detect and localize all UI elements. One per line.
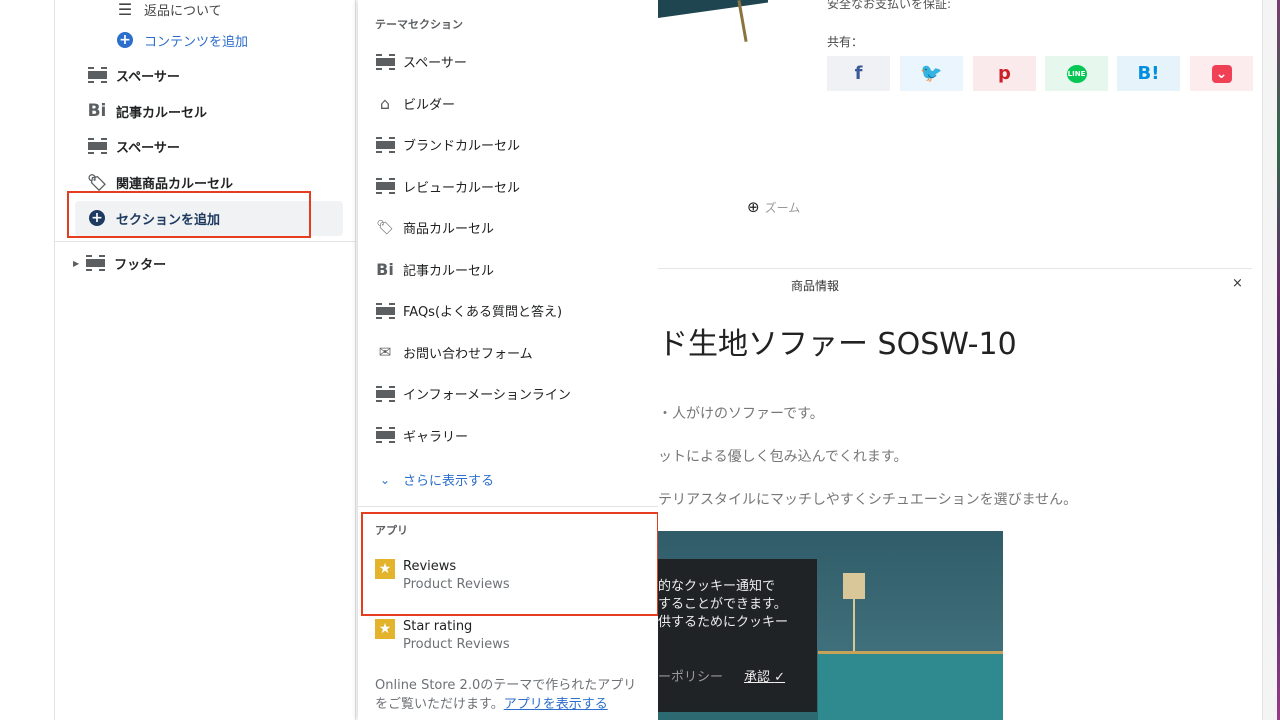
share-label: 共有： bbox=[827, 35, 864, 49]
product-title: ド生地ソファー SOSW-10 bbox=[658, 327, 1017, 362]
privacy-policy-link[interactable]: ーポリシー bbox=[658, 669, 723, 687]
theme-sections-heading: テーマセクション bbox=[375, 18, 463, 31]
view-apps-link[interactable]: アプリを表示する bbox=[504, 697, 608, 712]
section-option[interactable]: レビューカルーセル bbox=[375, 177, 520, 196]
spacer-icon bbox=[87, 136, 107, 156]
tag-icon: 🏷 bbox=[86, 172, 108, 192]
add-section-popup: テーマセクション スペーサー ⌂ ビルダーブランドカルーセル レビューカルーセル 🏷 商品… bbox=[358, 0, 659, 720]
section-label: インフォーメーションライン bbox=[403, 388, 571, 403]
spacer-icon bbox=[375, 302, 395, 319]
line-icon: LINE bbox=[1066, 64, 1087, 83]
section-label: 商品カルーセル bbox=[403, 222, 495, 237]
share-hatena-button[interactable]: B! bbox=[1117, 56, 1180, 91]
section-option[interactable]: ブランドカルーセル bbox=[375, 135, 520, 154]
share-pocket-button[interactable]: ⌄ bbox=[1190, 56, 1253, 91]
app-star-rating[interactable]: ★ Star rating Product Reviews bbox=[375, 619, 510, 652]
tab-product-info[interactable]: 商品情報 bbox=[791, 277, 839, 294]
hatena-icon: B! bbox=[1137, 63, 1160, 84]
blog-icon: Bi bbox=[87, 101, 107, 121]
spacer-icon bbox=[375, 178, 395, 194]
cookie-text: 的なクッキー通知で bbox=[658, 579, 776, 594]
share-pinterest-button[interactable]: p bbox=[973, 56, 1036, 91]
tag-icon: 🏷 bbox=[376, 219, 394, 236]
sofa-image bbox=[658, 0, 768, 18]
blog-icon: Bi bbox=[376, 259, 394, 279]
star-icon: ★ bbox=[375, 619, 395, 639]
spacer-icon bbox=[375, 53, 395, 70]
section-label: レビューカルーセル bbox=[403, 180, 521, 196]
description-line: テリアスタイルにマッチしやすくシチュエーションを選びません。 bbox=[658, 492, 1078, 508]
spacer-icon bbox=[375, 385, 395, 402]
section-option[interactable]: Bi 記事カルーセル bbox=[375, 260, 494, 279]
divider bbox=[658, 268, 1252, 269]
chevron-down-icon: ⌄ bbox=[379, 472, 391, 487]
cookie-text: することができます。 bbox=[658, 597, 787, 612]
section-option[interactable]: ⌂ ビルダー bbox=[375, 94, 455, 113]
sofa-leg bbox=[737, 0, 748, 42]
zoom-button[interactable]: ⊕ ズーム bbox=[747, 198, 800, 216]
highlight-box bbox=[361, 512, 659, 616]
spacer-icon bbox=[85, 253, 105, 273]
sideboard bbox=[818, 651, 1003, 720]
spacer-icon bbox=[87, 65, 107, 85]
caret-right-icon[interactable]: ▶ bbox=[73, 259, 79, 268]
zoom-in-icon: ⊕ bbox=[747, 198, 760, 216]
section-label: お問い合わせフォーム bbox=[403, 346, 533, 362]
apps-footer: Online Store 2.0のテーマで作られたアプリをご覧いただけます。アプ… bbox=[375, 678, 637, 712]
divider bbox=[358, 506, 658, 507]
description-line: ・人がけのソファーです。 bbox=[658, 406, 824, 422]
lamp-stem bbox=[853, 599, 855, 651]
sidebar-item-spacer[interactable]: スペーサー bbox=[87, 128, 180, 164]
sidebar-item-footer[interactable]: ▶ フッター bbox=[73, 245, 166, 281]
description-line: ットによる優しく包み込んでくれます。 bbox=[658, 449, 908, 465]
show-more-button[interactable]: ⌄ さらに表示する bbox=[375, 470, 494, 490]
divider bbox=[55, 241, 355, 242]
mail-icon: ✉ bbox=[378, 343, 392, 361]
section-option[interactable]: 🏷 商品カルーセル bbox=[375, 218, 495, 238]
spacer-icon bbox=[375, 136, 395, 153]
sidebar-item-spacer[interactable]: スペーサー bbox=[87, 57, 180, 93]
sidebar: ☰ 返品について + コンテンツを追加 スペーサー Bi 記事カルーセル スペー… bbox=[55, 0, 356, 720]
cookie-banner: 的なクッキー通知で することができます。 供するためにクッキー ーポリシー 承認… bbox=[658, 559, 817, 712]
share-line-button[interactable]: LINE bbox=[1045, 56, 1108, 91]
section-option[interactable]: スペーサー bbox=[375, 52, 467, 71]
pocket-icon: ⌄ bbox=[1211, 64, 1232, 83]
right-edge bbox=[1262, 0, 1280, 720]
section-label: ブランドカルーセル bbox=[403, 139, 521, 154]
section-label: ビルダー bbox=[403, 97, 456, 113]
twitter-icon: 🐦 bbox=[920, 63, 943, 84]
highlight-box bbox=[67, 191, 311, 238]
sidebar-item-blog-carousel[interactable]: Bi 記事カルーセル bbox=[87, 93, 207, 129]
accept-button[interactable]: 承認 ✓ bbox=[744, 669, 785, 687]
plus-circle-icon: + bbox=[115, 30, 135, 50]
facebook-icon: f bbox=[854, 63, 863, 84]
share-facebook-button[interactable]: f bbox=[827, 56, 890, 91]
section-option[interactable]: ✉ お問い合わせフォーム bbox=[375, 343, 533, 362]
check-icon: ✓ bbox=[774, 670, 786, 685]
section-option[interactable]: インフォーメーションライン bbox=[375, 384, 571, 403]
share-twitter-button[interactable]: 🐦 bbox=[900, 56, 963, 91]
section-label: 記事カルーセル bbox=[403, 263, 495, 279]
pinterest-icon: p bbox=[998, 63, 1011, 84]
section-option[interactable]: FAQs(よくある質問と答え) bbox=[375, 301, 562, 320]
cookie-text: 供するためにクッキー bbox=[658, 615, 789, 630]
text-lines-icon: ☰ bbox=[117, 0, 133, 19]
section-option[interactable]: ギャラリー bbox=[375, 426, 468, 445]
section-label: スペーサー bbox=[403, 56, 467, 71]
spacer-icon bbox=[375, 427, 395, 443]
section-label: FAQs(よくある質問と答え) bbox=[403, 305, 563, 320]
lamp bbox=[843, 573, 865, 599]
close-icon[interactable]: × bbox=[1232, 276, 1243, 291]
secure-payment-text: 安全なお支払いを保証: bbox=[827, 0, 952, 11]
store-preview: 安全なお支払いを保証: 共有： f 🐦 p LINE B! ⌄ ⊕ ズーム 商品情報 × … bbox=[658, 0, 1262, 720]
add-content-button[interactable]: + コンテンツを追加 bbox=[115, 22, 248, 58]
left-strip bbox=[0, 0, 55, 720]
section-label: ギャラリー bbox=[403, 429, 469, 445]
home-icon: ⌂ bbox=[379, 93, 391, 113]
